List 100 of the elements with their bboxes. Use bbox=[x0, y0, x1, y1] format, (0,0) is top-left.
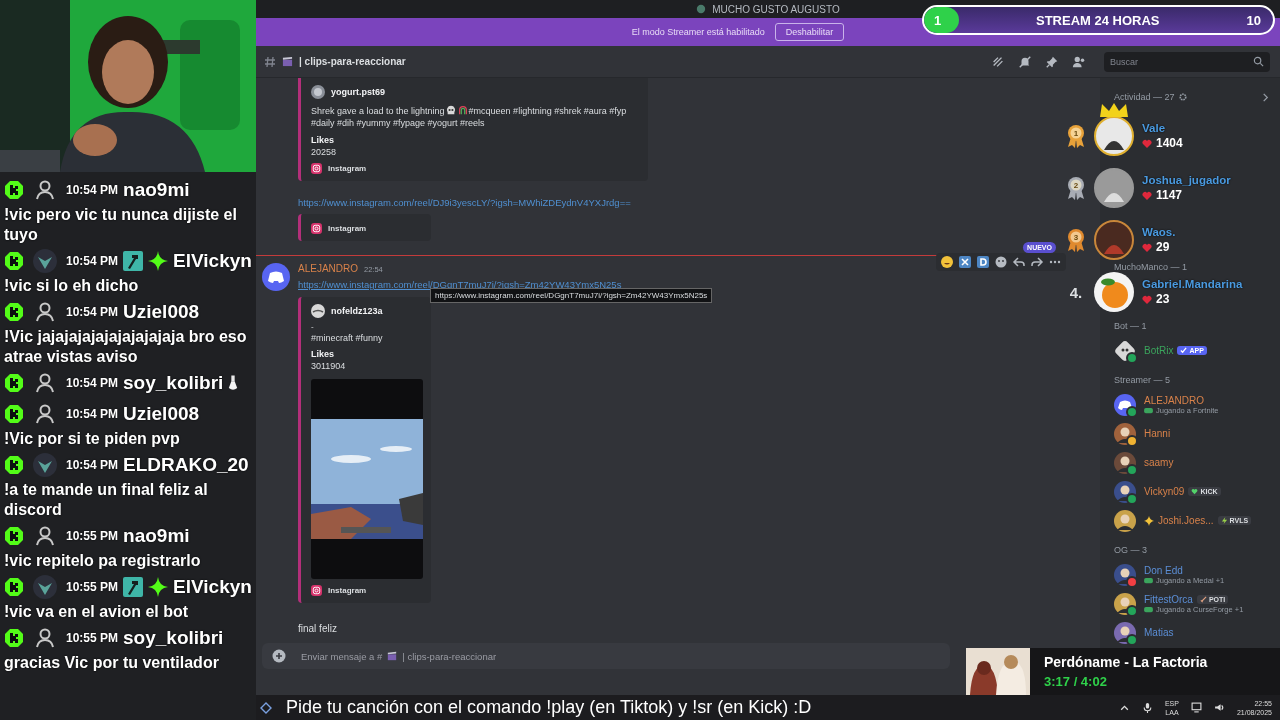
song-time: 3:17 / 4:02 bbox=[1044, 674, 1108, 689]
chevron-up-icon[interactable] bbox=[1118, 702, 1130, 713]
message-link[interactable]: https://www.instagram.com/reel/DJ9i3yescLY/?igsh=MWhiZDEydnV4YXJrdg== bbox=[298, 197, 631, 208]
sparkle-icon bbox=[148, 250, 169, 271]
kick-badge-icon bbox=[4, 454, 24, 475]
threads-icon[interactable] bbox=[991, 54, 1005, 69]
message-time: 10:54 PM bbox=[66, 457, 119, 472]
pin-icon[interactable] bbox=[1045, 54, 1059, 69]
heart-icon bbox=[1142, 294, 1152, 304]
field-name: Likes bbox=[311, 135, 335, 145]
sparkle-icon bbox=[1144, 515, 1154, 526]
chat-message: !vic pero vic tu nunca dijiste el tuyo bbox=[4, 205, 238, 245]
embed-footer: Instagram bbox=[328, 224, 367, 233]
chat-message: gracias Vic por tu ventilador bbox=[4, 653, 220, 673]
message-time: 10:54 PM bbox=[66, 304, 119, 319]
username: nao9mi bbox=[123, 524, 190, 547]
laugh-emoji-icon[interactable] bbox=[940, 255, 954, 269]
avatar bbox=[262, 263, 290, 291]
kick-badge-icon bbox=[4, 372, 24, 393]
add-reaction-icon[interactable] bbox=[994, 255, 1008, 269]
member-name[interactable]: saamy bbox=[1144, 457, 1174, 468]
clapper-icon bbox=[387, 651, 398, 661]
goal-target: 10 bbox=[1246, 13, 1261, 28]
settings-icon[interactable] bbox=[1178, 93, 1187, 101]
chat-message: !vic repitelo pa registrarlo bbox=[4, 551, 202, 571]
kick-badge-icon bbox=[4, 576, 24, 597]
member-name[interactable]: Vickyn09 bbox=[1144, 486, 1185, 497]
clapper-icon bbox=[282, 56, 293, 67]
score: 23 bbox=[1156, 292, 1170, 306]
link-tooltip: https://www.instagram.com/reel/DGgnT7muJ7i/?igsh=Zm42YW43Ymx5N25s bbox=[430, 288, 713, 303]
disable-button[interactable]: Deshabilitar bbox=[774, 23, 845, 41]
member-name[interactable]: FittestOrca bbox=[1144, 593, 1193, 605]
volume-icon[interactable] bbox=[1213, 702, 1225, 713]
member-name[interactable]: Joshi.Joes... bbox=[1158, 515, 1214, 526]
chevron-icon[interactable] bbox=[1261, 92, 1270, 102]
embed-description: Shrek gave a load to the lightning bbox=[311, 106, 445, 116]
group-heading: Bot — 1 bbox=[1114, 321, 1148, 331]
banner-text: El modo Streamer está habilitado bbox=[631, 27, 765, 37]
username: Uziel008 bbox=[123, 300, 200, 323]
group-heading: Streamer — 5 bbox=[1114, 375, 1172, 385]
message-input[interactable]: Enviar mensaje a # | clips-para-reaccionar bbox=[262, 643, 950, 669]
username: ElVickyn bbox=[173, 249, 252, 272]
group-heading: OG — 3 bbox=[1114, 545, 1148, 555]
medal-icon bbox=[1066, 124, 1086, 148]
username: ELDRAKO_20 bbox=[123, 453, 249, 476]
member-name[interactable]: BotRix bbox=[1144, 345, 1174, 356]
rainbow-icon bbox=[457, 105, 468, 115]
search-icon bbox=[1253, 56, 1264, 67]
chat-message: !vic si lo eh dicho bbox=[4, 276, 140, 296]
d-emoji-icon[interactable] bbox=[976, 255, 990, 269]
search-field[interactable]: Buscar bbox=[1104, 51, 1270, 72]
kick-badge-icon bbox=[4, 403, 24, 424]
member-name[interactable]: Matias bbox=[1144, 627, 1174, 638]
plus-icon[interactable] bbox=[272, 649, 286, 663]
message-author[interactable]: ALEJANDRO bbox=[298, 263, 358, 274]
forward-icon[interactable] bbox=[1030, 255, 1044, 269]
heart-icon bbox=[1142, 190, 1152, 200]
chat-message: !Vic jajajajajajajajajajaja bro eso atrae vistas aviso bbox=[4, 327, 248, 367]
member-name[interactable]: ALEJANDRO bbox=[1144, 394, 1204, 406]
group-heading: MuchoManco — 1 bbox=[1114, 262, 1189, 272]
start-icon[interactable] bbox=[260, 701, 272, 714]
embed-description: #daily #dih #yummy #fypage #yogurt #reels bbox=[311, 117, 486, 129]
microphone-icon[interactable] bbox=[1141, 702, 1153, 713]
message-link[interactable]: https://www.instagram.com/reel/DGgnT7muJ7i/?igsh=Zm42YW43Ymx5N25s bbox=[298, 279, 622, 290]
embed-footer: Instagram bbox=[328, 586, 367, 595]
goal-current: 1 bbox=[934, 13, 942, 28]
chat-message: !vic va en el avion el bot bbox=[4, 602, 190, 622]
avatar bbox=[33, 574, 57, 599]
message-time: 10:55 PM bbox=[66, 528, 119, 543]
member-name[interactable]: Don Edd bbox=[1144, 564, 1183, 576]
message-time: 10:55 PM bbox=[66, 579, 119, 594]
instagram-icon bbox=[311, 223, 322, 234]
username: soy_kolibri bbox=[123, 371, 224, 394]
rank-number: 4. bbox=[1069, 283, 1083, 301]
ticker-text: Pide tu canción con el comando !play (en Tiktok) y !sr (en Kick) :D bbox=[286, 697, 812, 718]
heart-icon bbox=[1191, 488, 1199, 495]
network-icon[interactable] bbox=[1190, 702, 1202, 713]
rank-number: 1 bbox=[1073, 128, 1079, 138]
member-name[interactable]: Hanni bbox=[1144, 428, 1171, 439]
mute-bell-icon[interactable] bbox=[1018, 54, 1032, 69]
kick-badge-icon bbox=[4, 301, 24, 322]
group-heading: Actividad — 27 bbox=[1114, 92, 1175, 102]
hammer-icon bbox=[123, 250, 144, 271]
score: 1404 bbox=[1156, 136, 1183, 150]
leader-name: Vale bbox=[1142, 122, 1167, 134]
check-icon bbox=[1180, 347, 1188, 354]
kick-badge-icon bbox=[4, 250, 24, 271]
members-icon[interactable] bbox=[1072, 54, 1086, 69]
rank-number: 2 bbox=[1073, 180, 1079, 190]
reply-icon[interactable] bbox=[1012, 255, 1026, 269]
username: Uziel008 bbox=[123, 402, 200, 425]
embed-author: nofeldz123a bbox=[331, 306, 383, 316]
x-emoji-icon[interactable] bbox=[958, 255, 972, 269]
message-time: 10:54 PM bbox=[66, 182, 119, 197]
server-icon bbox=[696, 4, 707, 14]
avatar bbox=[1114, 509, 1136, 532]
embed-description: #mcqueen #lightning #shrek #aura #fyp bbox=[468, 106, 627, 116]
avatar bbox=[33, 452, 57, 477]
channel-name: | clips-para-reaccionar bbox=[299, 56, 406, 67]
message-text: final feliz bbox=[298, 623, 338, 634]
